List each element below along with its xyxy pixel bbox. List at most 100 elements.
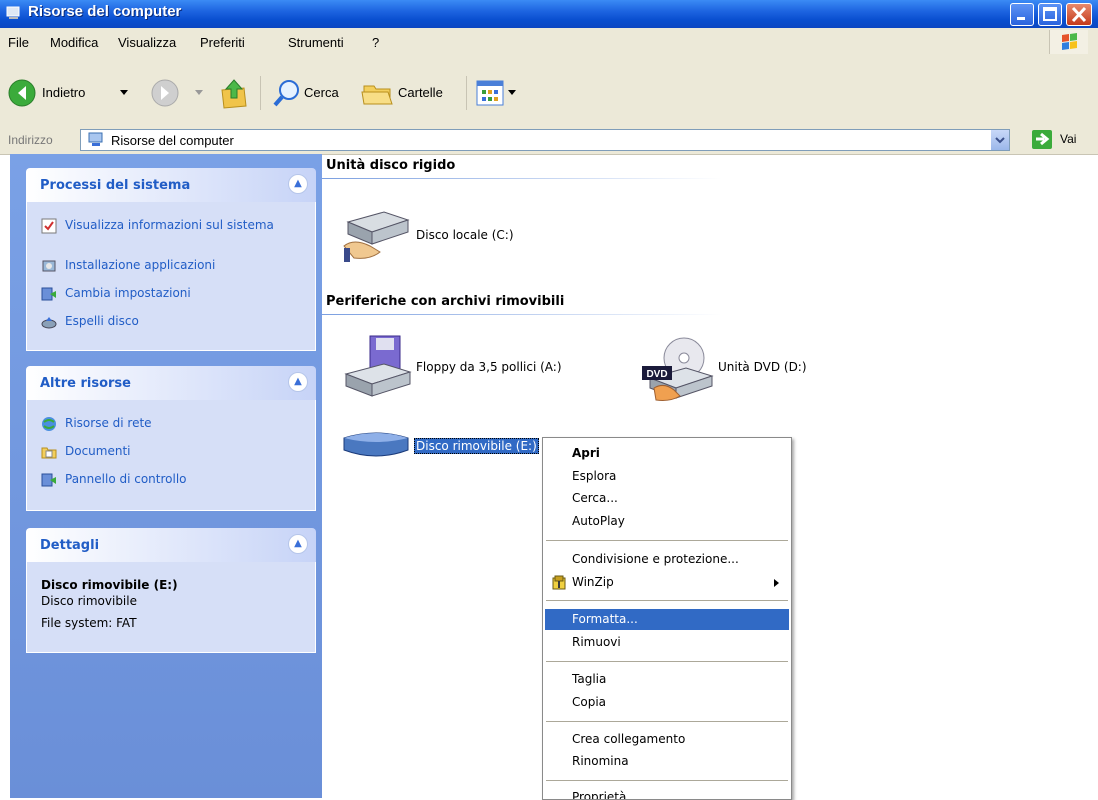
menu-visualizza[interactable]: Visualizza	[118, 35, 176, 50]
menu-strumenti[interactable]: Strumenti	[288, 35, 344, 50]
submenu-arrow-icon	[774, 579, 779, 587]
menu-item-rename[interactable]: Rinomina	[545, 751, 789, 772]
menu-modifica[interactable]: Modifica	[50, 35, 98, 50]
go-button[interactable]: Vai	[1032, 130, 1092, 150]
system-tasks-body: Visualizza informazioni sul sistema Inst…	[26, 202, 316, 351]
drive-label-selected: Disco rimovibile (E:)	[414, 438, 539, 454]
toolbar-separator	[466, 76, 467, 110]
menu-item-label: AutoPlay	[572, 514, 625, 528]
address-label: Indirizzo	[8, 133, 53, 147]
drive-dvd[interactable]: DVD Unità DVD (D:)	[640, 334, 840, 404]
address-input[interactable]: Risorse del computer	[80, 129, 1010, 151]
maximize-icon	[1043, 7, 1057, 21]
group-divider	[322, 178, 722, 179]
task-label: Visualizza informazioni sul sistema	[65, 218, 274, 232]
context-menu: Apri Esplora Cerca... AutoPlay Condivisi…	[542, 437, 792, 800]
other-places-header[interactable]: Altre risorse ▲	[26, 366, 316, 400]
drive-label: Unità DVD (D:)	[718, 360, 807, 374]
details-filesystem: File system: FAT	[41, 616, 137, 630]
forward-dropdown-icon[interactable]	[195, 90, 205, 96]
menu-help[interactable]: ?	[372, 35, 379, 50]
system-tasks-header[interactable]: Processi del sistema ▲	[26, 168, 316, 202]
control-panel-icon	[41, 473, 56, 487]
search-label: Cerca	[304, 85, 339, 100]
go-arrow-icon	[1032, 130, 1052, 149]
menu-item-create-shortcut[interactable]: Crea collegamento	[545, 729, 789, 750]
collapse-chevron-icon[interactable]: ▲	[288, 372, 308, 392]
toolbar: Indietro Cerca Cartelle	[0, 56, 1098, 127]
close-button[interactable]	[1066, 3, 1092, 26]
views-button[interactable]	[476, 78, 526, 108]
menu-item-properties[interactable]: Proprietà	[545, 787, 789, 799]
control-panel-icon	[41, 287, 56, 301]
menu-bar: File Modifica Visualizza Preferiti Strum…	[0, 28, 1098, 57]
menu-item-label: Esplora	[572, 469, 617, 483]
menu-item-label: Cerca...	[572, 491, 618, 505]
task-change-settings[interactable]: Cambia impostazioni	[41, 286, 301, 302]
menu-item-copy[interactable]: Copia	[545, 692, 789, 713]
menu-item-autoplay[interactable]: AutoPlay	[545, 511, 789, 532]
windows-logo	[1049, 30, 1088, 54]
collapse-chevron-icon[interactable]: ▲	[288, 534, 308, 554]
drive-local-disk[interactable]: Disco locale (C:)	[340, 200, 540, 264]
menu-separator	[546, 780, 788, 781]
group-divider	[322, 314, 722, 315]
drive-floppy[interactable]: Floppy da 3,5 pollici (A:)	[340, 334, 600, 404]
other-places-title: Altre risorse	[40, 376, 131, 391]
menu-item-label: Taglia	[572, 672, 607, 686]
place-network[interactable]: Risorse di rete	[41, 416, 301, 432]
menu-item-search[interactable]: Cerca...	[545, 488, 789, 509]
menu-preferiti[interactable]: Preferiti	[200, 35, 245, 50]
menu-file[interactable]: File	[8, 35, 29, 50]
close-icon	[1071, 6, 1087, 23]
menu-item-label: Apri	[572, 446, 600, 460]
removable-disk-icon	[343, 432, 409, 457]
title-bar[interactable]: Risorse del computer	[0, 0, 1098, 28]
task-eject-disk[interactable]: Espelli disco	[41, 314, 301, 330]
address-dropdown[interactable]	[991, 130, 1009, 150]
menu-item-label: WinZip	[572, 575, 614, 589]
group-header-removable: Periferiche con archivi rimovibili	[326, 294, 565, 309]
chevron-down-icon	[995, 137, 1005, 144]
back-button[interactable]: Indietro	[8, 78, 153, 108]
task-system-info[interactable]: Visualizza informazioni sul sistema	[41, 218, 301, 250]
views-dropdown-icon	[508, 90, 516, 95]
details-name: Disco rimovibile (E:)	[41, 578, 178, 592]
group-header-hdd: Unità disco rigido	[326, 158, 456, 173]
menu-item-sharing[interactable]: Condivisione e protezione...	[545, 549, 789, 570]
place-label: Pannello di controllo	[65, 472, 187, 486]
forward-arrow-icon[interactable]	[150, 78, 180, 108]
task-label: Cambia impostazioni	[65, 286, 191, 300]
menu-item-winzip[interactable]: WinZip	[545, 572, 789, 593]
computer-icon	[88, 132, 103, 146]
maximize-button[interactable]	[1038, 3, 1062, 26]
place-documents[interactable]: Documenti	[41, 444, 301, 460]
menu-separator	[546, 661, 788, 662]
task-pane: Processi del sistema ▲ Visualizza inform…	[10, 154, 322, 798]
menu-item-explore[interactable]: Esplora	[545, 466, 789, 487]
address-bar: Indirizzo Risorse del computer Vai	[0, 126, 1098, 155]
menu-item-remove[interactable]: Rimuovi	[545, 632, 789, 653]
menu-item-label: Rimuovi	[572, 635, 621, 649]
task-add-remove-programs[interactable]: Installazione applicazioni	[41, 258, 301, 274]
dropdown-arrow-icon[interactable]	[120, 90, 130, 96]
drive-label: Disco locale (C:)	[416, 228, 514, 242]
menu-item-format[interactable]: Formatta...	[545, 609, 789, 630]
details-title: Dettagli	[40, 538, 100, 553]
place-label: Risorse di rete	[65, 416, 152, 430]
menu-item-label: Condivisione e protezione...	[572, 552, 739, 566]
collapse-chevron-icon[interactable]: ▲	[288, 174, 308, 194]
up-folder-icon[interactable]	[218, 76, 250, 110]
folders-button[interactable]: Cartelle	[360, 78, 460, 108]
floppy-drive-icon	[344, 335, 412, 397]
drive-removable-disk[interactable]: Disco rimovibile (E:)	[340, 426, 550, 466]
menu-item-cut[interactable]: Taglia	[545, 669, 789, 690]
search-button[interactable]: Cerca	[272, 78, 357, 108]
views-grid-icon	[476, 80, 504, 106]
task-label: Installazione applicazioni	[65, 258, 216, 272]
menu-item-open[interactable]: Apri	[545, 443, 789, 464]
details-header[interactable]: Dettagli ▲	[26, 528, 316, 562]
eject-disk-icon	[41, 317, 57, 329]
minimize-button[interactable]	[1010, 3, 1034, 26]
place-control-panel[interactable]: Pannello di controllo	[41, 472, 301, 488]
